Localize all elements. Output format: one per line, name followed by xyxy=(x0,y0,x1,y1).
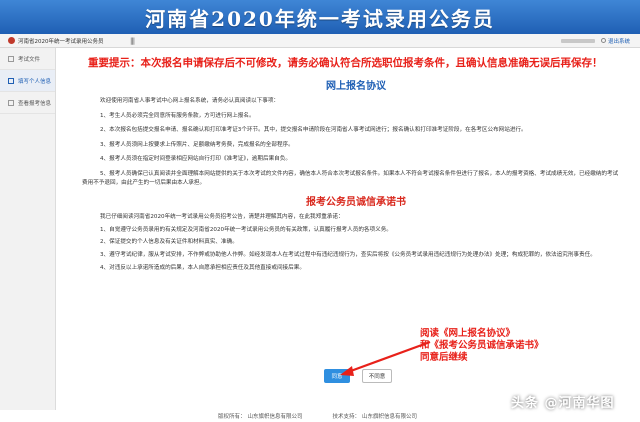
agreement-paragraph: 4、报考人员须在指定时间登录相应网站自行打印《准考证》，逾期后果自负。 xyxy=(100,156,291,163)
support-label: 技术支持： xyxy=(332,414,361,420)
agreement-paragraph: 2、本次报名包括提交报名申请、报名确认和打印准考证3个环节。其中，提交报名申请阶… xyxy=(100,127,527,134)
annotation-line: 阅读《网上报名协议》 xyxy=(420,328,516,339)
promise-title: 报考公务员诚信承诺书 xyxy=(306,197,406,209)
emblem-icon xyxy=(8,37,15,44)
support-value: 山东旗帜信息有限公司 xyxy=(362,414,418,420)
agreement-paragraph: 1、考生人员必须完全同意所有服务条款，方可进行网上报名。 xyxy=(100,112,255,119)
agreement-title: 网上报名协议 xyxy=(326,81,386,92)
promise-paragraph: 3、遵守考试纪律，服从考试安排，不作弊或协助他人作弊。如经发现本人在考试过程中有… xyxy=(100,251,596,258)
action-buttons: 同意 不同意 xyxy=(324,369,392,383)
disagree-button[interactable]: 不同意 xyxy=(362,369,392,383)
agreement-paragraph: 5、报考人员确保已认真阅读并全面理解本网站提供的关于本次考试的文件内容，确信本人… xyxy=(82,170,619,186)
sidebar-item-view-registration[interactable]: 查看报考信息 xyxy=(0,92,55,114)
sidebar-item-label: 考试文件 xyxy=(18,56,41,63)
top-banner: 河南省2020年统一考试录用公务员 xyxy=(0,0,640,34)
blurred-username xyxy=(560,38,595,43)
user-icon xyxy=(600,38,606,43)
important-notice: 重要提示：本次报名申请保存后不可修改，请务必确认符合所选职位报考条件，且确认信息… xyxy=(88,57,603,69)
promise-paragraph: 2、保证提交的个人信息及有关证件和材料真实、准确。 xyxy=(100,239,238,246)
annotation-callout: 阅读《网上报名协议》 和《报考公务员诚信承诺书》 同意后继续 xyxy=(420,328,544,364)
annotation-line: 同意后继续 xyxy=(420,352,468,363)
document-icon xyxy=(8,55,14,62)
user-area: 退出系统 xyxy=(560,37,640,45)
annotation-line: 和《报考公务员诚信承诺书》 xyxy=(420,340,544,351)
copyright-label: 版权所有： xyxy=(218,414,246,420)
sidebar-item-personal-info[interactable]: 填写个人信息 xyxy=(0,70,55,92)
sidebar-item-exam-files[interactable]: 考试文件 xyxy=(0,48,55,70)
promise-paragraph: 1、自觉遵守公务员录用的有关规定及河南省2020年统一考试录用公务员的有关政策，… xyxy=(100,226,392,233)
main-content: 重要提示：本次报名申请保存后不可修改，请务必确认符合所选职位报考条件，且确认信息… xyxy=(82,56,630,406)
sidebar: 考试文件 填写个人信息 查看报考信息 xyxy=(0,48,56,410)
page-footer: 版权所有： 山东旗帜信息有限公司 技术支持： 山东旗帜信息有限公司 xyxy=(0,410,640,422)
copyright-value: 山东旗帜信息有限公司 xyxy=(247,414,303,420)
promise-paragraph: 我已仔细阅读河南省2020年统一考试录用公务员招考公告，清楚并理解其内容，在此我… xyxy=(100,214,344,221)
logout-link[interactable]: 退出系统 xyxy=(608,37,630,45)
watermark: 头条 @河南华图 xyxy=(511,396,615,411)
sidebar-item-label: 查看报考信息 xyxy=(18,100,52,107)
agree-button[interactable]: 同意 xyxy=(324,369,350,383)
menu-toggle-icon[interactable]: ||| xyxy=(130,37,135,45)
agreement-paragraph: 欢迎使用河南省人事考试中心网上报名系统，请务必认真阅读以下事项： xyxy=(100,98,280,104)
promise-paragraph: 4、对违反以上承诺所造成的后果，本人自愿承担相应责任及其他直接或间接后果。 xyxy=(100,264,305,271)
sidebar-item-label: 填写个人信息 xyxy=(18,78,52,85)
subheader-bar: 河南省2020年统一考试录用公务员 ||| 退出系统 xyxy=(0,34,640,48)
banner-title: 河南省2020年统一考试录用公务员 xyxy=(145,6,495,31)
edit-icon xyxy=(8,77,14,84)
subheader-brand: 河南省2020年统一考试录用公务员 xyxy=(0,37,104,45)
view-icon xyxy=(8,99,14,106)
app-name: 河南省2020年统一考试录用公务员 xyxy=(18,38,104,45)
agreement-paragraph: 3、报考人员须网上按要求上传照片、足额缴纳考务费，完成报名的全部程序。 xyxy=(100,141,294,148)
